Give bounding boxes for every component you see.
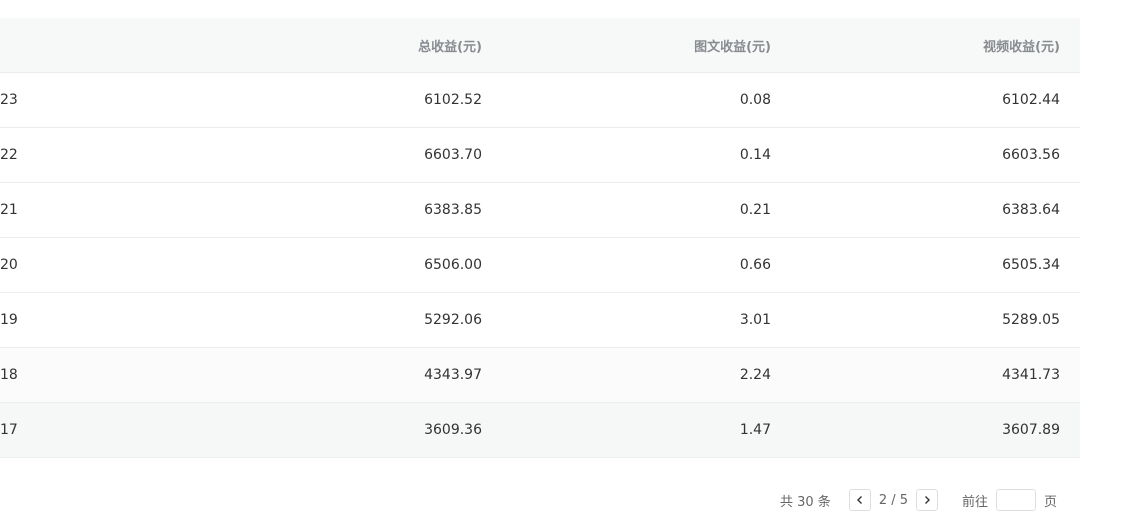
total-earnings-cell: 5292.06 (424, 312, 482, 328)
total-earnings-cell: 6102.52 (424, 92, 482, 108)
goto-label: 前往 (962, 494, 989, 510)
table-header-row: 总收益(元) 图文收益(元) 视频收益(元) (0, 18, 1080, 73)
table-row: 18 4343.97 2.24 4341.73 (0, 348, 1080, 403)
graphic-earnings-cell: 3.01 (739, 312, 771, 328)
video-earnings-cell: 6505.34 (1002, 257, 1060, 273)
video-earnings-cell: 6383.64 (1002, 202, 1060, 218)
goto-page-input[interactable] (996, 489, 1037, 511)
chevron-left-icon (856, 496, 862, 504)
table-row: 22 6603.70 0.14 6603.56 (0, 128, 1080, 183)
table-row: 21 6383.85 0.21 6383.64 (0, 183, 1080, 238)
date-cell: 17 (0, 422, 18, 438)
table-row: 20 6506.00 0.66 6505.34 (0, 238, 1080, 293)
next-page-button[interactable] (916, 489, 938, 511)
total-earnings-cell: 3609.36 (424, 422, 482, 438)
total-earnings-cell: 6506.00 (424, 257, 482, 273)
header-graphic-earnings[interactable]: 图文收益(元) (570, 18, 771, 72)
graphic-earnings-cell: 0.14 (739, 147, 771, 163)
table-row: 19 5292.06 3.01 5289.05 (0, 293, 1080, 348)
graphic-earnings-cell: 0.21 (739, 202, 771, 218)
total-earnings-cell: 6603.70 (424, 147, 482, 163)
table-row: 23 6102.52 0.08 6102.44 (0, 73, 1080, 128)
graphic-earnings-cell: 2.24 (739, 367, 771, 383)
table-row: 17 3609.36 1.47 3607.89 (0, 403, 1080, 458)
earnings-table: 总收益(元) 图文收益(元) 视频收益(元) 23 6102.52 0.08 6… (0, 18, 1080, 458)
video-earnings-cell: 6102.44 (1002, 92, 1060, 108)
date-cell: 18 (0, 367, 18, 383)
graphic-earnings-cell: 0.08 (739, 92, 771, 108)
video-earnings-cell: 4341.73 (1002, 367, 1060, 383)
date-cell: 21 (0, 202, 18, 218)
date-cell: 20 (0, 257, 18, 273)
goto-suffix: 页 (1044, 494, 1058, 510)
date-cell: 19 (0, 312, 18, 328)
graphic-earnings-cell: 0.66 (739, 257, 771, 273)
header-total-earnings[interactable]: 总收益(元) (280, 18, 482, 72)
video-earnings-cell: 6603.56 (1002, 147, 1060, 163)
chevron-right-icon (925, 496, 930, 504)
header-video-earnings[interactable]: 视频收益(元) (860, 18, 1060, 72)
video-earnings-cell: 5289.05 (1002, 312, 1060, 328)
total-earnings-cell: 6383.85 (424, 202, 482, 218)
total-earnings-cell: 4343.97 (424, 367, 482, 383)
date-cell: 22 (0, 147, 18, 163)
pagination-total: 共 30 条 (780, 494, 831, 510)
video-earnings-cell: 3607.89 (1002, 422, 1060, 438)
page-indicator: 2 / 5 (878, 492, 908, 508)
pagination: 共 30 条 2 / 5 前往 页 (780, 488, 1057, 512)
graphic-earnings-cell: 1.47 (739, 422, 771, 438)
prev-page-button[interactable] (848, 489, 871, 511)
date-cell: 23 (0, 92, 18, 108)
